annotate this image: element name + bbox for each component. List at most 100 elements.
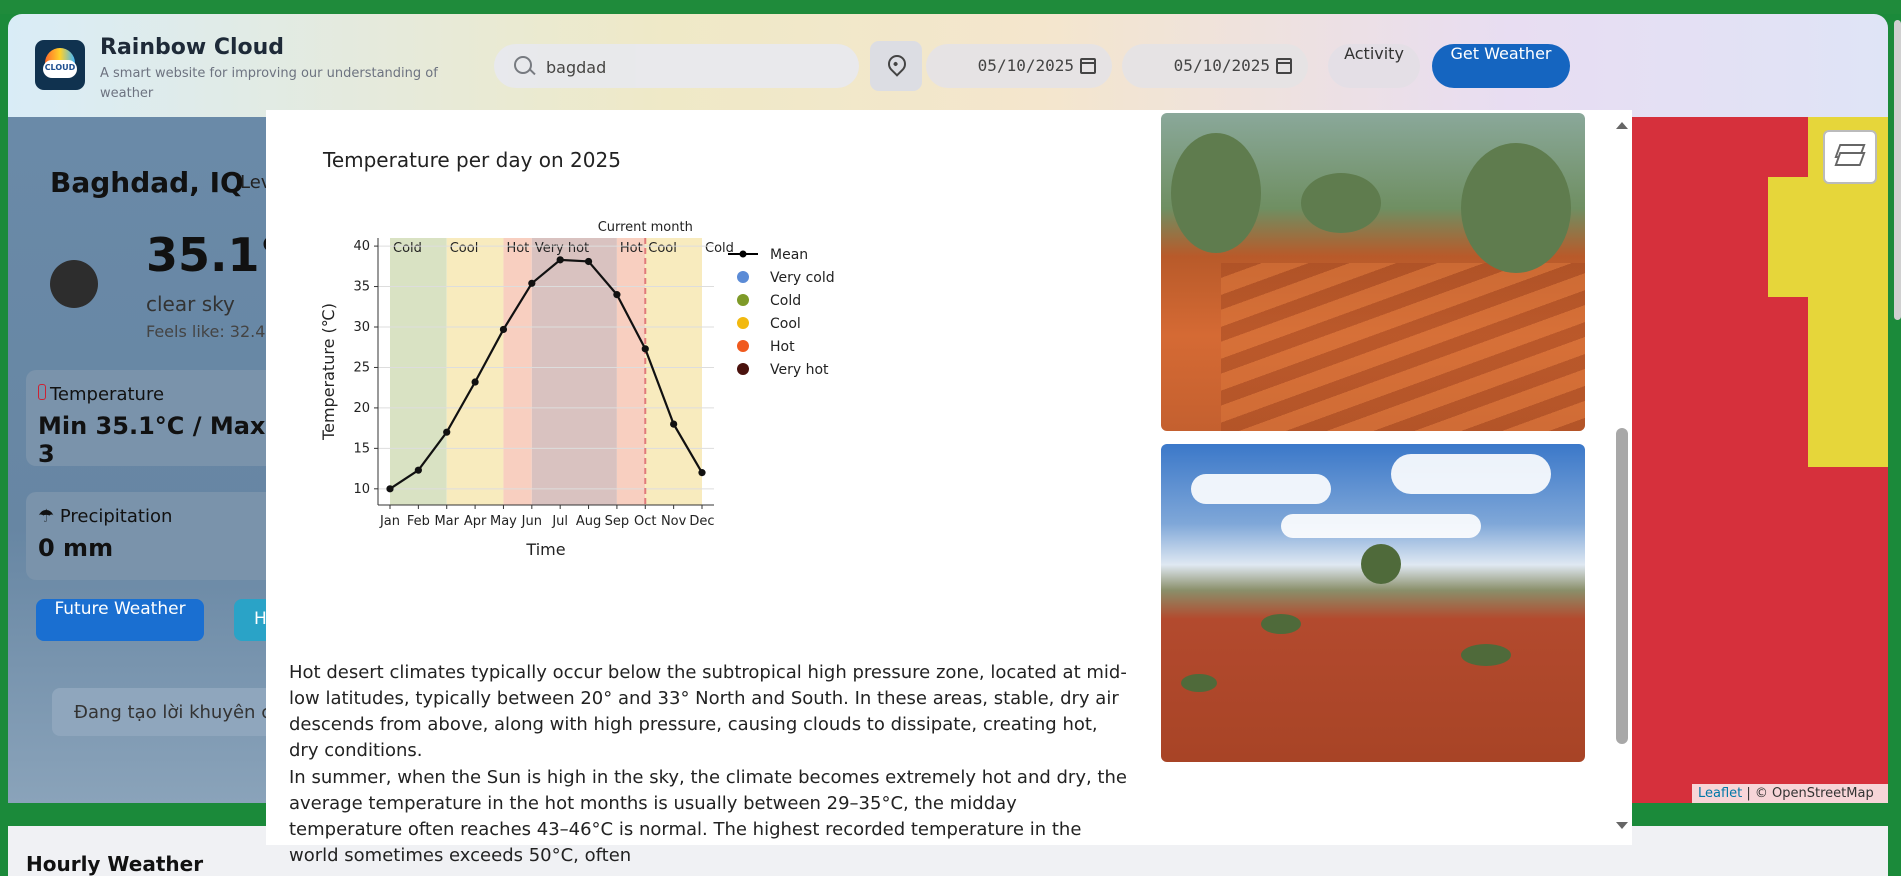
modal-scrollbar-thumb[interactable]: [1616, 428, 1628, 744]
x-tick-label: Nov: [661, 514, 687, 529]
hourly-title: Hourly Weather: [26, 852, 204, 876]
data-point: [613, 291, 621, 299]
legend-swatch: [737, 317, 749, 329]
chart-band: [390, 238, 447, 505]
calendar-icon[interactable]: [1080, 58, 1096, 74]
y-tick-label: 25: [353, 360, 370, 375]
climate-modal: Temperature per day on 2025 Cold Cool Hot V…: [266, 110, 1632, 866]
current-month-label: Current month: [598, 220, 693, 235]
desert-photo-1: [1161, 113, 1585, 431]
temperature-chart: Cold Cool Hot Very hot Hot Cool Cold 10 15 20 25 30…: [319, 220, 835, 559]
start-date-field[interactable]: 05/10/2025: [926, 44, 1112, 88]
legend-label: Cold: [770, 293, 801, 309]
legend-swatch: [737, 294, 749, 306]
activity-button[interactable]: Activity: [1328, 44, 1420, 88]
x-tick-label: Jan: [379, 514, 400, 529]
map-attribution: Leaflet | © OpenStreetMap: [1692, 784, 1888, 803]
future-weather-button[interactable]: Future Weather: [36, 599, 204, 641]
current-temperature: 35.1°: [146, 228, 283, 282]
app-header: CLOUD Rainbow Cloud A smart website for …: [8, 14, 1888, 117]
desert-photo-2: [1161, 444, 1585, 762]
precipitation-value: 0 mm: [38, 534, 114, 562]
legend-label: Very hot: [770, 362, 829, 378]
condition-text: clear sky: [146, 292, 235, 316]
y-tick-label: 30: [353, 320, 370, 335]
x-tick-label: Jun: [521, 514, 542, 529]
search-input[interactable]: [544, 54, 838, 80]
legend-swatch: [737, 271, 749, 283]
history-button-label: H: [254, 609, 267, 629]
data-point: [698, 469, 706, 477]
band-label: Cool: [450, 241, 479, 256]
end-date-value: 05/10/2025: [1173, 56, 1270, 75]
x-tick-label: Aug: [576, 514, 601, 529]
band-label: Cool: [648, 241, 677, 256]
app-title: Rainbow Cloud: [100, 35, 285, 60]
search-box[interactable]: [494, 44, 859, 88]
paragraph-2: In summer, when the Sun is high in the s…: [289, 767, 1127, 866]
data-point: [386, 485, 394, 493]
umbrella-icon: ☂: [38, 506, 60, 527]
legend-label: Very cold: [770, 270, 835, 286]
data-point: [528, 279, 536, 287]
legend-swatch: [737, 340, 749, 352]
layers-icon[interactable]: [1823, 130, 1877, 184]
y-tick-label: 35: [353, 280, 370, 295]
temperature-card: Temperature Min 35.1°C / Max 3: [26, 370, 276, 468]
end-date-field[interactable]: 05/10/2025: [1122, 44, 1308, 88]
get-weather-button[interactable]: Get Weather: [1432, 44, 1570, 88]
y-tick-label: 40: [353, 239, 370, 254]
chart-band: [503, 238, 532, 505]
legend-label: Cool: [770, 316, 801, 332]
location-pin-icon: [884, 51, 910, 77]
precipitation-label: Precipitation: [59, 506, 173, 527]
band-label: Very hot: [535, 241, 589, 256]
data-point: [670, 420, 678, 428]
legend-label: Mean: [770, 247, 808, 263]
scroll-up-icon[interactable]: [1616, 122, 1628, 129]
temperature-label: Temperature: [50, 384, 165, 405]
x-tick-label: Feb: [407, 514, 430, 529]
location-button[interactable]: [870, 41, 922, 91]
search-icon: [514, 56, 532, 74]
y-tick-label: 15: [353, 441, 370, 456]
x-tick-label: Dec: [689, 514, 714, 529]
app-logo[interactable]: CLOUD: [35, 40, 85, 90]
thermometer-icon: [38, 384, 46, 400]
browser-bar: [0, 0, 1901, 14]
data-point: [499, 325, 508, 334]
chart-band: [616, 238, 646, 505]
city-name: Baghdad, IQ: [50, 166, 244, 199]
x-tick-label: Mar: [434, 514, 459, 529]
x-tick-label: Apr: [464, 514, 487, 529]
attribution-text: | © OpenStreetMap: [1742, 786, 1874, 801]
app-subtitle: A smart website for improving our unders…: [100, 66, 438, 101]
paragraph-1: Hot desert climates typically occur belo…: [289, 662, 1127, 761]
band-label: Hot: [620, 241, 643, 256]
advice-text: Đang tạo lời khuyên ch: [74, 702, 283, 723]
temperature-range: Min 35.1°C / Max 3: [38, 412, 266, 468]
data-point: [584, 257, 593, 266]
scroll-down-icon[interactable]: [1616, 822, 1628, 829]
band-label: Hot: [506, 241, 529, 256]
data-point: [443, 428, 451, 436]
weather-icon: [50, 260, 98, 308]
feels-like: Feels like: 32.4: [146, 322, 266, 341]
x-tick-label: Oct: [634, 514, 656, 529]
legend-label: Hot: [770, 339, 795, 355]
y-tick-label: 10: [353, 482, 370, 497]
data-point: [641, 345, 649, 353]
map-region: [1768, 177, 1828, 297]
y-tick-label: 20: [353, 401, 370, 416]
chart-band: [446, 238, 504, 505]
x-tick-label: Jul: [551, 514, 568, 529]
band-label: Cold: [393, 241, 422, 256]
data-point: [471, 378, 479, 386]
precipitation-card: ☂ Precipitation 0 mm: [26, 492, 276, 580]
page-scrollbar[interactable]: [1894, 20, 1901, 320]
y-axis-label: Temperature (℃): [319, 303, 338, 441]
x-tick-label: May: [490, 514, 517, 529]
map-view[interactable]: [1632, 117, 1888, 803]
calendar-icon[interactable]: [1276, 58, 1292, 74]
leaflet-link[interactable]: Leaflet: [1698, 786, 1742, 801]
